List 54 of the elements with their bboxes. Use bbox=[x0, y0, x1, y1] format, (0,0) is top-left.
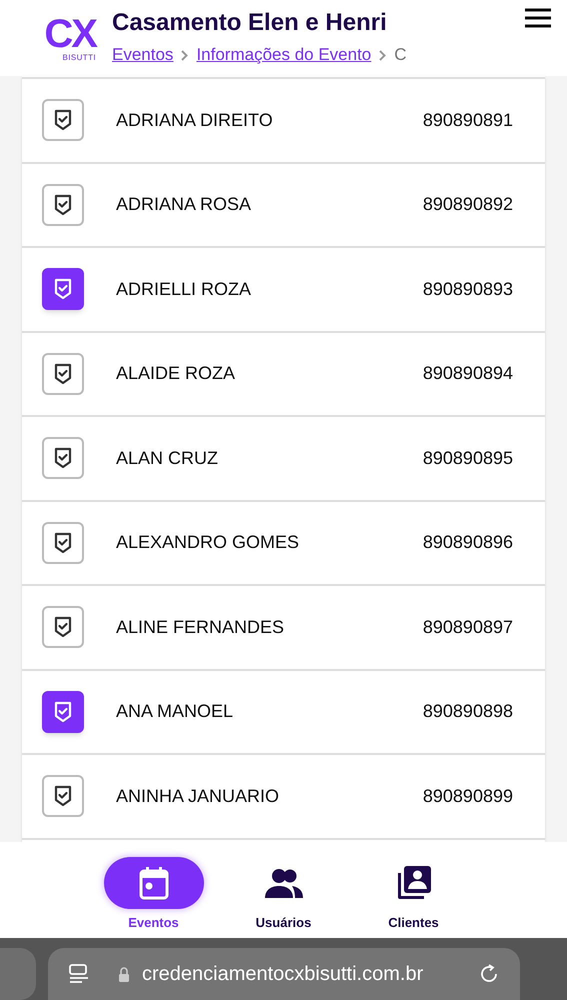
shield-check-icon bbox=[53, 785, 73, 808]
checkbox[interactable] bbox=[42, 184, 84, 226]
checkbox[interactable] bbox=[42, 437, 84, 480]
reload-icon[interactable] bbox=[478, 963, 500, 985]
checkbox[interactable] bbox=[42, 352, 84, 395]
guest-name: ADRIELLI ROZA bbox=[116, 278, 252, 301]
guest-code: 890890897 bbox=[422, 616, 513, 639]
guest-name: ALEXANDRO GOMES bbox=[116, 531, 300, 554]
guest-name: ADRIANA DIREITO bbox=[116, 108, 274, 132]
guest-code: 890890893 bbox=[422, 278, 513, 301]
checkbox[interactable] bbox=[42, 690, 84, 733]
shield-check-icon bbox=[53, 362, 73, 385]
shield-check-icon bbox=[53, 194, 73, 216]
address-bar[interactable]: credenciamentocxbisutti.com.br bbox=[48, 948, 520, 1000]
guest-code: 890890898 bbox=[422, 700, 513, 724]
reader-icon bbox=[68, 963, 90, 985]
shield-check-icon bbox=[53, 616, 73, 638]
guest-name: ADRIANA ROSA bbox=[116, 193, 252, 216]
event-title: Casamento Elen e Henri bbox=[112, 8, 388, 38]
guest-code: 890890895 bbox=[422, 446, 513, 470]
shield-check-icon bbox=[53, 447, 73, 470]
guest-code: 890890899 bbox=[422, 784, 513, 808]
guest-name: ALAIDE ROZA bbox=[116, 362, 236, 386]
checkbox[interactable] bbox=[42, 522, 84, 564]
nav-tab[interactable]: Usuários bbox=[234, 857, 334, 938]
chevron-icon bbox=[181, 50, 188, 60]
checkbox[interactable] bbox=[42, 606, 84, 648]
guest-name: ALINE FERNANDES bbox=[116, 616, 286, 639]
nav-tab[interactable]: Clientes bbox=[364, 857, 464, 938]
shield-check-icon bbox=[53, 532, 73, 554]
guest-code: 890890896 bbox=[422, 531, 513, 554]
shield-check-icon bbox=[53, 278, 73, 300]
lock-icon bbox=[118, 966, 130, 982]
calendar-icon bbox=[138, 866, 170, 900]
users-icon bbox=[264, 868, 304, 898]
checkbox[interactable] bbox=[42, 268, 84, 310]
checkbox[interactable] bbox=[42, 775, 84, 818]
url-text: credenciamentocxbisutti.com.br bbox=[142, 962, 424, 987]
guest-code: 890890891 bbox=[422, 108, 513, 132]
guest-code: 890890892 bbox=[422, 193, 513, 216]
checkbox[interactable] bbox=[42, 99, 84, 142]
logo: CX BISUTTI bbox=[43, 14, 96, 62]
breadcrumb-link[interactable]: Informações do Evento bbox=[196, 42, 372, 68]
breadcrumb-link[interactable]: Eventos bbox=[112, 42, 174, 68]
contacts-icon bbox=[396, 865, 432, 901]
guest-code: 890890894 bbox=[422, 362, 513, 386]
menu-icon[interactable] bbox=[525, 8, 551, 28]
guest-name: ANA MANOEL bbox=[116, 700, 234, 724]
guest-name: ANINHA JANUARIO bbox=[116, 784, 280, 808]
chevron-icon bbox=[379, 50, 386, 60]
shield-check-icon bbox=[53, 700, 73, 723]
shield-check-icon bbox=[53, 109, 73, 132]
guest-name: ALAN CRUZ bbox=[116, 446, 220, 470]
breadcrumb-current: C bbox=[394, 44, 407, 66]
